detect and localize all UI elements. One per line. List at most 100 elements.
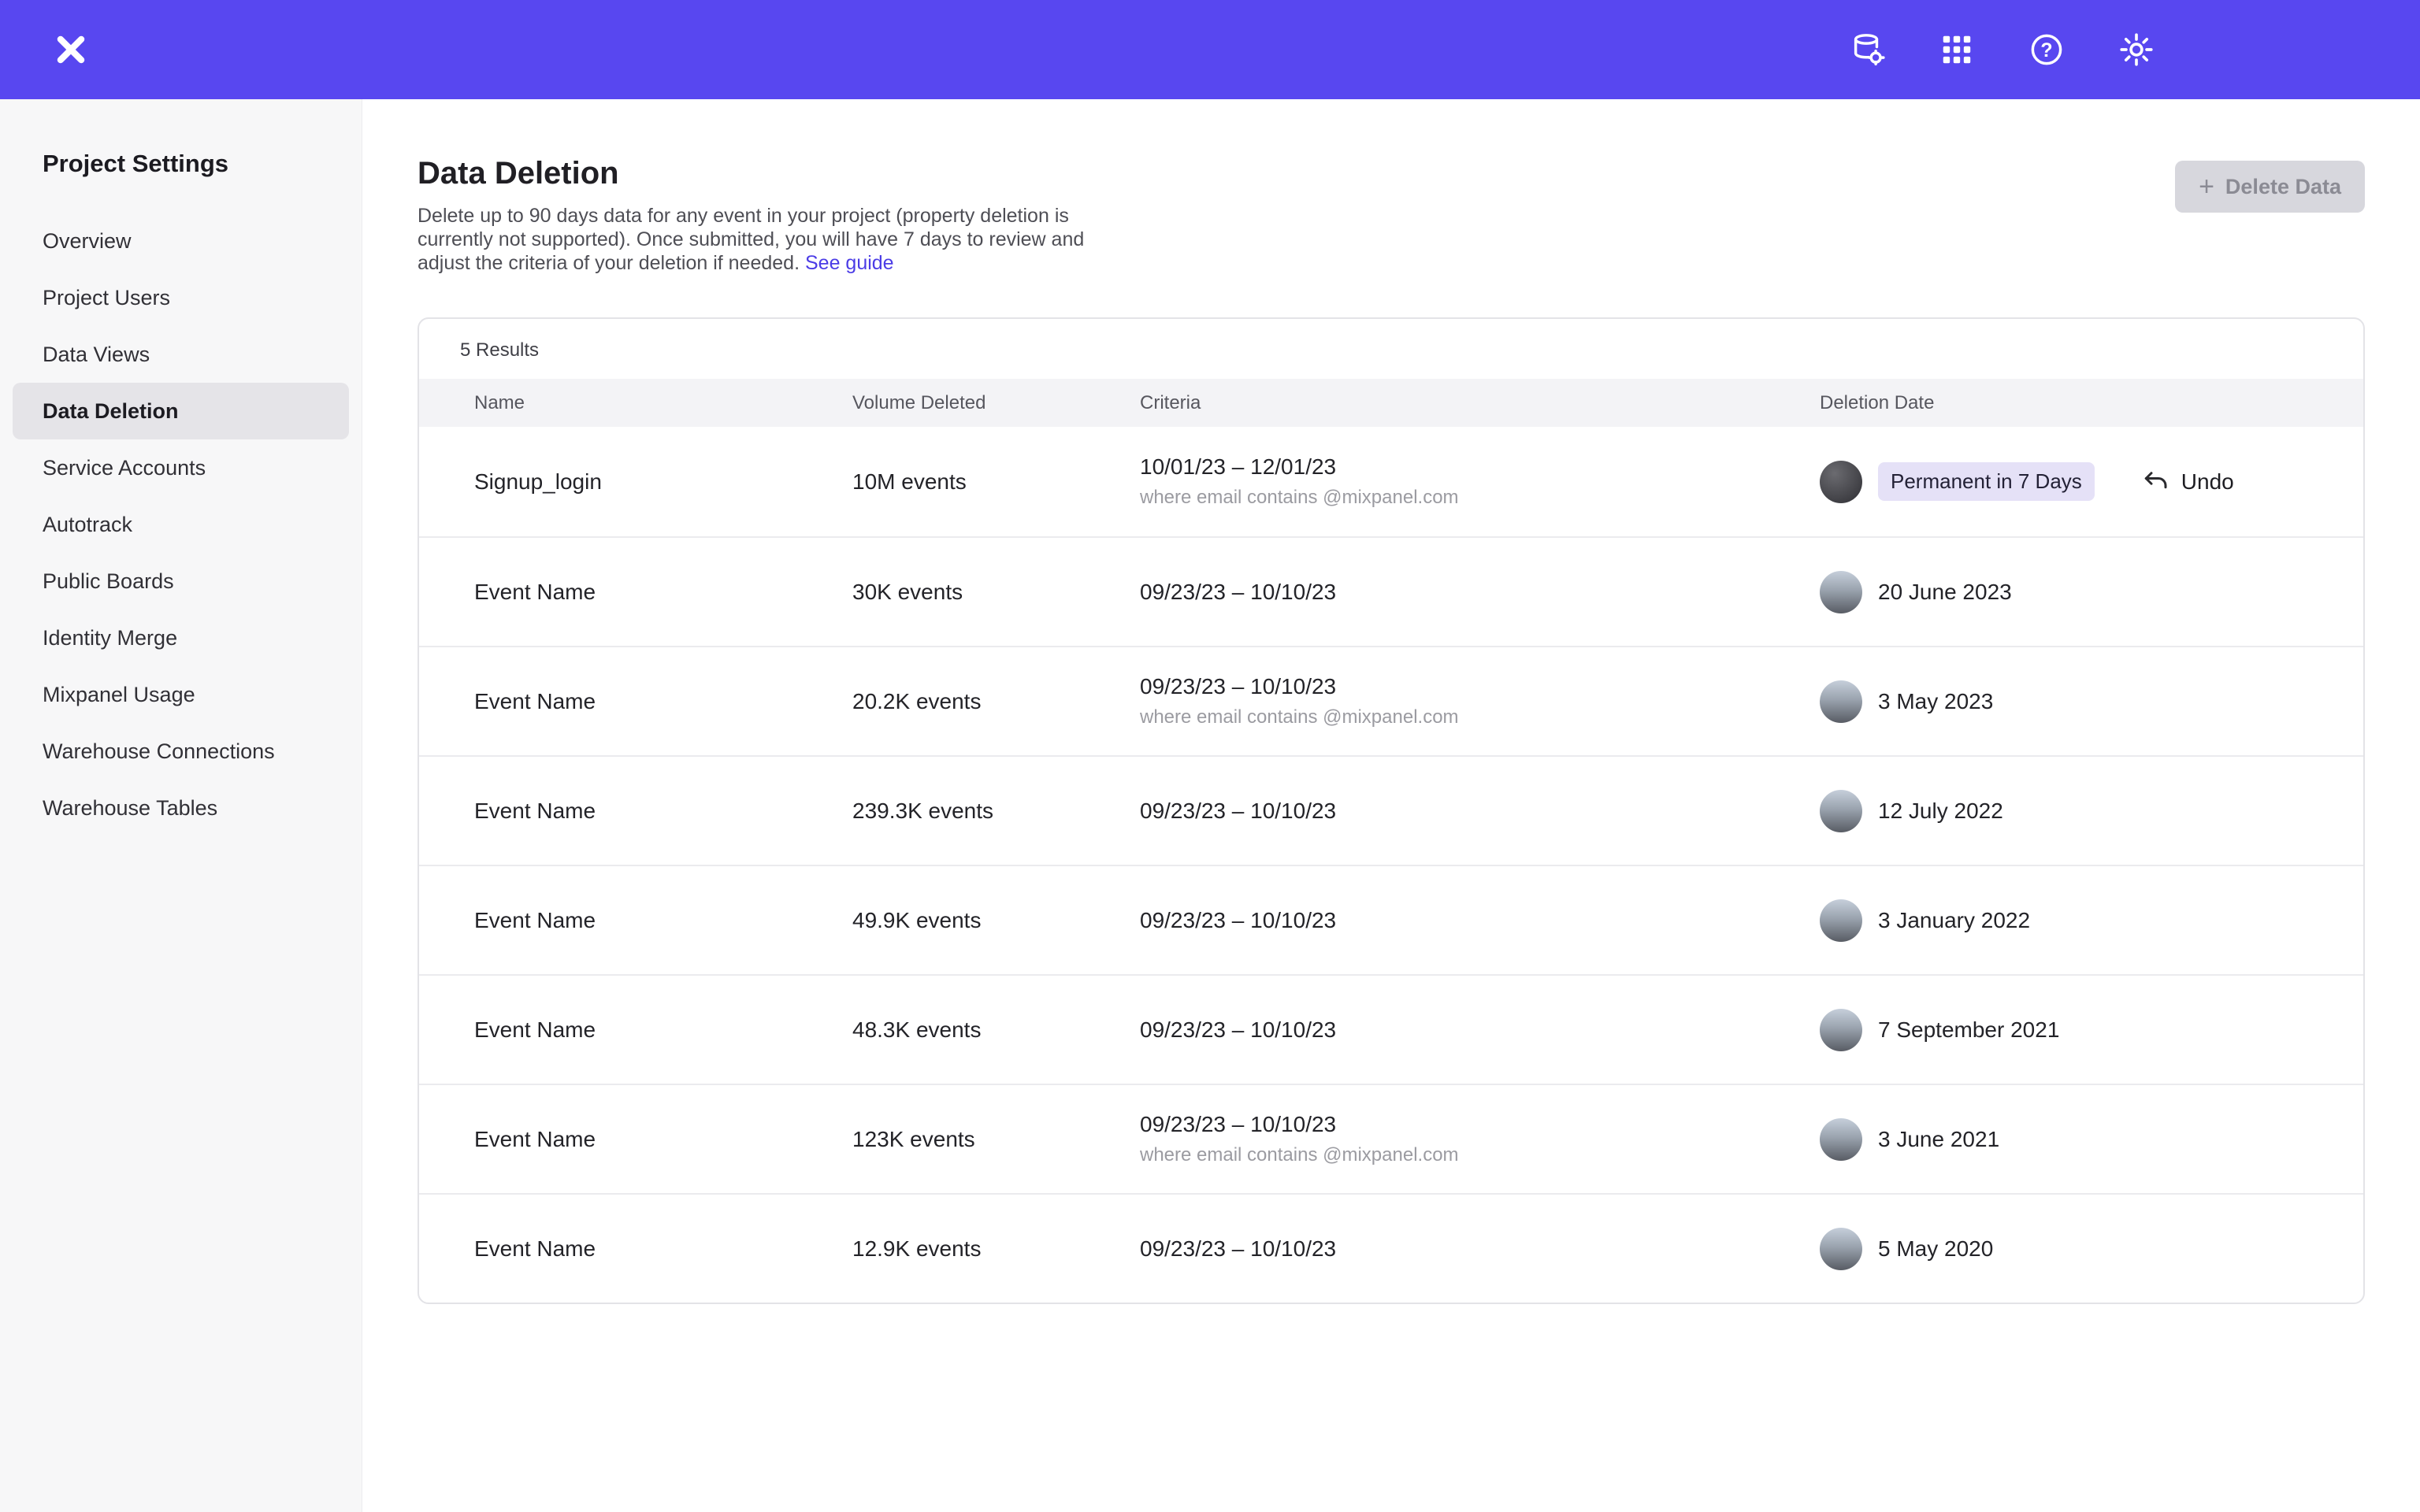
row-volume: 10M events <box>852 469 1140 495</box>
deletion-date: 5 May 2020 <box>1878 1236 1993 1262</box>
table-row: Signup_login 10M events 10/01/23 – 12/01… <box>419 427 2363 536</box>
sidebar-item-label: Public Boards <box>43 569 174 594</box>
row-volume: 30K events <box>852 580 1140 605</box>
table-body: Signup_login 10M events 10/01/23 – 12/01… <box>419 427 2363 1303</box>
row-deletion: 5 May 2020 <box>1820 1228 2363 1270</box>
row-volume: 12.9K events <box>852 1236 1140 1262</box>
row-deletion: 3 May 2023 <box>1820 680 2363 723</box>
row-criteria: 09/23/23 – 10/10/23 <box>1140 798 1820 825</box>
undo-icon <box>2142 468 2170 496</box>
mixpanel-logo[interactable] <box>50 29 91 70</box>
row-volume: 20.2K events <box>852 689 1140 714</box>
delete-data-button[interactable]: + Delete Data <box>2175 161 2365 213</box>
avatar <box>1820 571 1862 613</box>
sidebar-title: Project Settings <box>43 150 362 178</box>
column-header-name: Name <box>474 392 852 414</box>
criteria-range: 09/23/23 – 10/10/23 <box>1140 1112 1336 1136</box>
criteria-range: 09/23/23 – 10/10/23 <box>1140 580 1336 604</box>
sidebar-item[interactable]: Public Boards <box>13 553 349 610</box>
row-name: Signup_login <box>474 469 852 495</box>
help-icon[interactable]: ? <box>2028 31 2066 69</box>
undo-button[interactable]: Undo <box>2142 468 2234 496</box>
undo-label: Undo <box>2181 469 2234 495</box>
row-name: Event Name <box>474 908 852 933</box>
avatar <box>1820 1009 1862 1051</box>
sidebar-item-label: Data Views <box>43 343 150 367</box>
row-deletion: 3 January 2022 <box>1820 899 2363 942</box>
sidebar-menu: Overview Project Users Data Views Data D… <box>0 213 362 836</box>
results-count: 5 Results <box>419 319 2363 379</box>
deletion-badge: Permanent in 7 Days <box>1878 462 2095 501</box>
sidebar-item-label: Project Users <box>43 286 170 310</box>
plus-icon: + <box>2199 173 2214 200</box>
criteria-filter: where email contains @mixpanel.com <box>1140 487 1820 510</box>
row-name: Event Name <box>474 689 852 714</box>
description-text: Delete up to 90 days data for any event … <box>418 205 1084 274</box>
criteria-range: 09/23/23 – 10/10/23 <box>1140 799 1336 823</box>
sidebar-item[interactable]: Overview <box>13 213 349 269</box>
sidebar-item[interactable]: Data Views <box>13 326 349 383</box>
sidebar-item-label: Warehouse Tables <box>43 796 217 821</box>
table-row: Event Name 12.9K events 09/23/23 – 10/10… <box>419 1193 2363 1303</box>
sidebar-item[interactable]: Service Accounts <box>13 439 349 496</box>
main-content: Data Deletion Delete up to 90 days data … <box>362 99 2420 1304</box>
row-deletion: Permanent in 7 Days Undo <box>1820 461 2363 503</box>
sidebar-item[interactable]: Project Users <box>13 269 349 326</box>
row-criteria: 09/23/23 – 10/10/23 <box>1140 1017 1820 1043</box>
row-volume: 239.3K events <box>852 799 1140 824</box>
sidebar-item-label: Autotrack <box>43 513 132 537</box>
table-column-headers: Name Volume Deleted Criteria Deletion Da… <box>419 379 2363 427</box>
avatar <box>1820 461 1862 503</box>
sidebar-item[interactable]: Identity Merge <box>13 610 349 666</box>
deletion-table-card: 5 Results Name Volume Deleted Criteria D… <box>418 317 2365 1304</box>
delete-data-label: Delete Data <box>2225 175 2341 199</box>
see-guide-link[interactable]: See guide <box>805 252 894 274</box>
sidebar: Project Settings Overview Project Users … <box>0 99 362 1512</box>
row-volume: 48.3K events <box>852 1017 1140 1043</box>
row-volume: 123K events <box>852 1127 1140 1152</box>
avatar <box>1820 680 1862 723</box>
row-criteria: 09/23/23 – 10/10/23 <box>1140 907 1820 934</box>
sidebar-item[interactable]: Warehouse Connections <box>13 723 349 780</box>
sidebar-item-label: Overview <box>43 229 132 254</box>
sidebar-item-label: Mixpanel Usage <box>43 683 195 707</box>
apps-grid-icon[interactable] <box>1938 31 1976 69</box>
criteria-range: 09/23/23 – 10/10/23 <box>1140 1236 1336 1261</box>
row-volume: 49.9K events <box>852 908 1140 933</box>
row-name: Event Name <box>474 580 852 605</box>
sidebar-item[interactable]: Autotrack <box>13 496 349 553</box>
sidebar-item[interactable]: Warehouse Tables <box>13 780 349 836</box>
sidebar-item-label: Identity Merge <box>43 626 177 650</box>
sidebar-item[interactable]: Data Deletion <box>13 383 349 439</box>
deletion-date: 7 September 2021 <box>1878 1017 2059 1043</box>
data-management-icon[interactable] <box>1848 31 1886 69</box>
row-criteria: 09/23/23 – 10/10/23 where email contains… <box>1140 1111 1820 1166</box>
settings-icon[interactable] <box>2118 31 2155 69</box>
criteria-range: 09/23/23 – 10/10/23 <box>1140 908 1336 932</box>
page-header: Data Deletion Delete up to 90 days data … <box>418 156 2365 275</box>
row-name: Event Name <box>474 799 852 824</box>
table-row: Event Name 48.3K events 09/23/23 – 10/10… <box>419 974 2363 1084</box>
row-deletion: 20 June 2023 <box>1820 571 2363 613</box>
topbar: ? <box>0 0 2420 99</box>
criteria-range: 09/23/23 – 10/10/23 <box>1140 1017 1336 1042</box>
row-criteria: 09/23/23 – 10/10/23 <box>1140 579 1820 606</box>
criteria-range: 10/01/23 – 12/01/23 <box>1140 454 1336 479</box>
sidebar-item[interactable]: Mixpanel Usage <box>13 666 349 723</box>
criteria-filter: where email contains @mixpanel.com <box>1140 706 1820 729</box>
column-header-volume: Volume Deleted <box>852 392 1140 414</box>
row-criteria: 10/01/23 – 12/01/23 where email contains… <box>1140 454 1820 509</box>
page-description: Delete up to 90 days data for any event … <box>418 204 1107 275</box>
deletion-date: 20 June 2023 <box>1878 580 2012 605</box>
deletion-date: 12 July 2022 <box>1878 799 2003 824</box>
topbar-icon-group: ? <box>1848 31 2155 69</box>
table-row: Event Name 239.3K events 09/23/23 – 10/1… <box>419 755 2363 865</box>
row-name: Event Name <box>474 1236 852 1262</box>
sidebar-item-label: Service Accounts <box>43 456 206 480</box>
row-deletion: 7 September 2021 <box>1820 1009 2363 1051</box>
deletion-date: 3 January 2022 <box>1878 908 2030 933</box>
row-name: Event Name <box>474 1127 852 1152</box>
table-row: Event Name 123K events 09/23/23 – 10/10/… <box>419 1084 2363 1193</box>
title-block: Data Deletion Delete up to 90 days data … <box>418 156 1107 275</box>
row-criteria: 09/23/23 – 10/10/23 <box>1140 1236 1820 1262</box>
